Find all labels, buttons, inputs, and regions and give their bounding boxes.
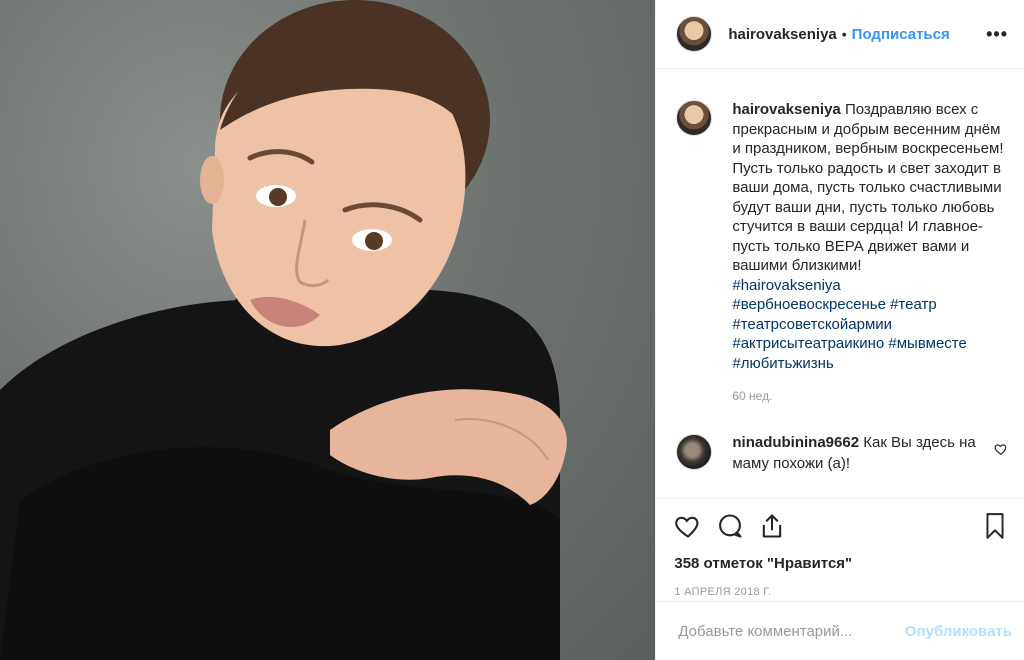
comments-list[interactable]: hairovakseniya Поздравляю всех с прекрас… [656,68,1024,498]
caption-text: Поздравляю всех с прекрасным и добрым ве… [732,101,1004,274]
comment-input[interactable] [676,621,905,641]
post-sidebar: hairovakseniya • Подписаться ••• hairova… [655,0,1024,660]
comment-body: ninadubinina9662 Как Вы здесь на маму по… [732,432,982,474]
follow-button[interactable]: Подписаться [852,26,950,43]
caption-body: hairovakseniya Поздравляю всех с прекрас… [732,100,1004,407]
separator-dot: • [841,26,847,42]
caption-row: hairovakseniya Поздравляю всех с прекрас… [676,100,1008,407]
instagram-post: hairovakseniya • Подписаться ••• hairova… [0,0,1024,660]
publish-button[interactable]: Опубликовать [905,623,1012,640]
hashtag-link[interactable]: #любитьжизнь [732,354,1004,374]
portrait-image [0,0,567,660]
comment-bubble-icon[interactable] [716,512,744,540]
post-date[interactable]: 1 апреля 2018 г. [674,586,1008,598]
action-icons [674,511,1008,541]
commenter-avatar[interactable] [676,433,713,470]
like-heart-icon[interactable] [674,512,702,540]
author-username[interactable]: hairovakseniya [728,26,836,43]
share-icon[interactable] [758,512,786,540]
hashtag-link[interactable]: #театр [890,296,937,313]
comment-like-icon[interactable] [994,442,1008,461]
commenter-username[interactable]: ninadubinina9662 [732,434,859,451]
add-comment-bar: Опубликовать [656,601,1024,660]
caption-username[interactable]: hairovakseniya [732,101,840,118]
caption-avatar[interactable] [676,100,713,136]
caption-timestamp[interactable]: 60 нед. [732,387,1004,407]
hashtag-link[interactable]: #hairovakseniya [732,276,1004,296]
post-actions: 358 отметок "Нравится" 1 апреля 2018 г. [656,498,1024,598]
more-options-icon[interactable]: ••• [986,24,1008,45]
hashtag-link[interactable]: #мывместе [888,335,966,352]
bookmark-icon[interactable] [982,512,1008,540]
author-avatar[interactable] [676,16,713,52]
hashtag-link[interactable]: #вербноевоскресенье [732,296,886,313]
post-photo[interactable] [0,0,656,660]
comment-item: ninadubinina9662 Как Вы здесь на маму по… [676,432,1008,474]
hashtag-link[interactable]: #актрисытеатраикино [732,335,884,352]
post-header: hairovakseniya • Подписаться ••• [656,0,1024,69]
hashtag-link[interactable]: #театрсоветскойармии [732,315,1004,335]
likes-count[interactable]: 358 отметок "Нравится" [674,555,1008,572]
